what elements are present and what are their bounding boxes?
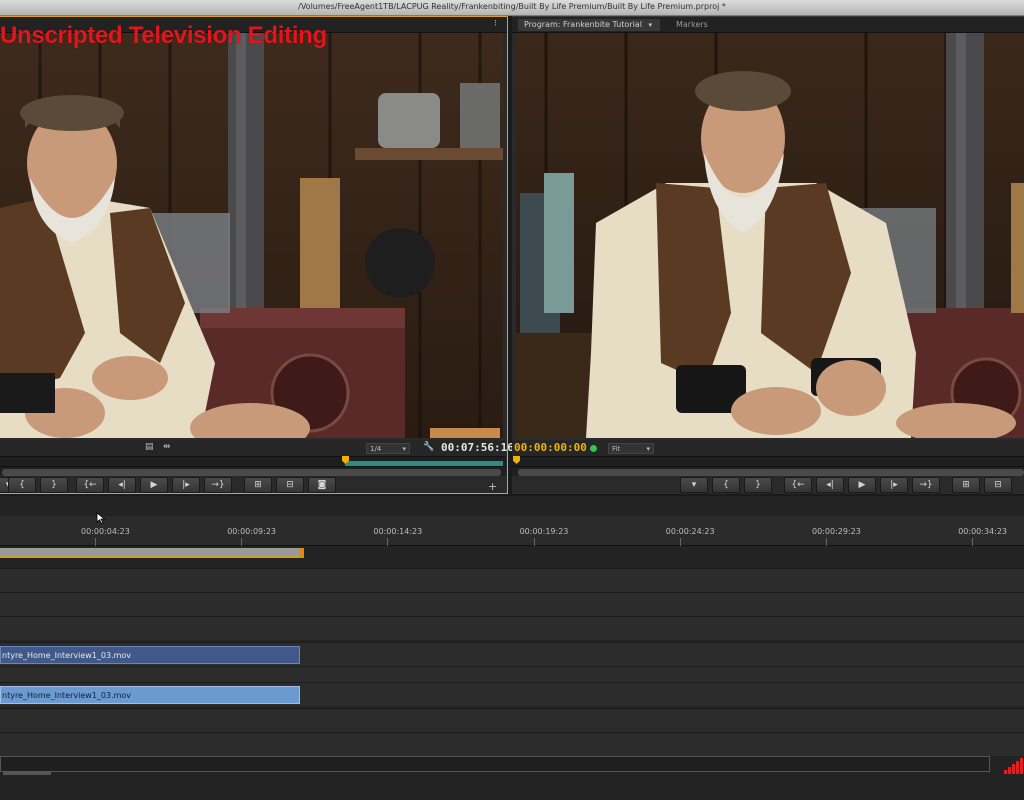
source-frame-image <box>0 33 503 438</box>
wrench-icon[interactable]: 🔧 <box>423 442 434 452</box>
program-info-row: 00:00:00:00 Fit ▾ <box>512 440 1024 456</box>
video-clip[interactable]: ntyre_Home_Interview1_03.mov <box>0 646 300 664</box>
program-scrubber[interactable] <box>512 456 1024 466</box>
ruler-tick <box>533 538 535 546</box>
program-transport-controls: ▾ { } {← ◂| ▶ |▸ →} ⊞ ⊟ <box>512 475 1024 497</box>
tab-markers[interactable]: Markers <box>670 19 714 31</box>
meter-bar <box>1008 767 1011 774</box>
chevron-down-icon: ▾ <box>648 21 652 29</box>
ruler-tick <box>241 538 243 546</box>
export-frame-button[interactable]: ◙ <box>308 477 336 493</box>
ruler-label: 00:00:19:23 <box>519 527 569 536</box>
chevron-down-icon: ▾ <box>646 445 650 453</box>
ruler-label: 00:00:24:23 <box>665 527 715 536</box>
meter-bar <box>1016 761 1019 774</box>
overlay-title: Unscripted Television Editing <box>0 22 327 49</box>
play-button[interactable]: ▶ <box>140 477 168 493</box>
mark-out-button[interactable]: } <box>744 477 772 493</box>
export-frame-icon[interactable]: ▤ <box>145 442 154 452</box>
work-area-end-handle[interactable] <box>299 548 304 558</box>
audio-meter <box>1004 756 1024 774</box>
ruler-tick <box>679 538 681 546</box>
add-marker-button[interactable]: ▾ <box>680 477 708 493</box>
tab-program-label: Program: Frankenbite Tutorial <box>524 20 642 29</box>
source-monitor-panel: ⁝ ▤ ⇹ 1/4 ▾ 🔧 00:07:56:16 {} {← ◂| ▶ |▸… <box>0 16 514 497</box>
program-timecode[interactable]: 00:00:00:00 <box>514 441 587 454</box>
meter-bar <box>1004 770 1007 774</box>
go-to-out-button[interactable]: →} <box>912 477 940 493</box>
track-row <box>0 568 1024 592</box>
source-transport-controls: ▾ { } {← ◂| ▶ |▸ →} ⊞ ⊟ ◙ + <box>0 475 506 497</box>
mouse-cursor-icon <box>96 512 106 524</box>
ruler-label: 00:00:04:23 <box>81 527 130 536</box>
drag-video-icon[interactable]: ⇹ <box>163 442 171 452</box>
tab-program[interactable]: Program: Frankenbite Tutorial ▾ <box>518 19 660 31</box>
program-zoom-dropdown[interactable]: Fit ▾ <box>608 443 654 454</box>
scroll-thumb[interactable] <box>3 771 51 775</box>
audio-clip[interactable]: ntyre_Home_Interview1_03.mov <box>0 686 300 704</box>
source-timecode[interactable]: 00:07:56:16 <box>441 441 514 454</box>
ruler-tick <box>826 538 827 546</box>
time-ruler[interactable]: 00:00:04:23 00:00:09:23 00:00:14:23 00:00:1… <box>0 516 1024 546</box>
ruler-tick <box>972 538 974 546</box>
track-row <box>0 616 1024 640</box>
audio-track: ntyre_Home_Interview1_03.mov <box>0 682 1024 706</box>
ruler-label: 00:00:29:23 <box>812 527 861 536</box>
source-resolution-dropdown[interactable]: 1/4 ▾ <box>366 443 410 454</box>
go-to-in-button[interactable]: {← <box>76 477 104 493</box>
go-to-in-button[interactable]: {← <box>784 477 812 493</box>
track-row <box>0 592 1024 616</box>
video-track: ntyre_Home_Interview1_03.mov <box>0 642 1024 666</box>
insert-button[interactable]: ⊞ <box>244 477 272 493</box>
timeline-panel: 00:00:04:23 00:00:09:23 00:00:14:23 00:00:1… <box>0 496 1024 800</box>
window-title: /Volumes/FreeAgent1TB/LACPUG Reality/Fra… <box>298 2 726 11</box>
window-titlebar: /Volumes/FreeAgent1TB/LACPUG Reality/Fra… <box>0 0 1024 16</box>
program-panel-tabs: Program: Frankenbite Tutorial ▾ Markers <box>512 17 1024 33</box>
timeline-horizontal-scroll[interactable] <box>0 756 990 775</box>
ruler-tick <box>95 538 96 546</box>
mark-in-button[interactable]: { <box>8 477 36 493</box>
play-button[interactable]: ▶ <box>848 477 876 493</box>
ruler-tick <box>387 538 389 546</box>
extract-button[interactable]: ⊟ <box>984 477 1012 493</box>
source-resolution-value: 1/4 <box>370 445 382 453</box>
ruler-label: 00:00:34:23 <box>958 527 1007 536</box>
panel-menu-icon[interactable]: ⁝ <box>494 19 497 29</box>
program-playhead[interactable] <box>513 456 520 464</box>
mark-out-button[interactable]: } <box>40 477 68 493</box>
step-forward-button[interactable]: |▸ <box>172 477 200 493</box>
meter-bar <box>1012 764 1015 774</box>
program-video-frame[interactable] <box>516 33 1024 438</box>
plus-icon[interactable]: + <box>488 480 497 493</box>
track-row <box>0 732 1024 756</box>
ruler-label: 00:00:09:23 <box>227 527 276 536</box>
source-info-row: ▤ ⇹ 1/4 ▾ 🔧 00:07:56:16 <box>0 440 514 456</box>
render-status-dot <box>590 445 597 452</box>
source-scrubber[interactable] <box>0 456 506 467</box>
ruler-label: 00:00:14:23 <box>373 527 423 536</box>
step-back-button[interactable]: ◂| <box>816 477 844 493</box>
chevron-down-icon: ▾ <box>402 445 406 453</box>
go-to-out-button[interactable]: →} <box>204 477 232 493</box>
track-row <box>0 708 1024 732</box>
step-forward-button[interactable]: |▸ <box>880 477 908 493</box>
program-frame-image <box>516 33 1024 438</box>
work-area-bar[interactable] <box>0 548 302 558</box>
program-monitor-panel: Program: Frankenbite Tutorial ▾ Markers <box>512 16 1024 494</box>
program-zoom-value: Fit <box>612 445 621 453</box>
mark-in-button[interactable]: { <box>712 477 740 493</box>
meter-bar <box>1020 758 1023 774</box>
overwrite-button[interactable]: ⊟ <box>276 477 304 493</box>
step-back-button[interactable]: ◂| <box>108 477 136 493</box>
source-video-frame[interactable] <box>0 33 503 438</box>
lift-button[interactable]: ⊞ <box>952 477 980 493</box>
